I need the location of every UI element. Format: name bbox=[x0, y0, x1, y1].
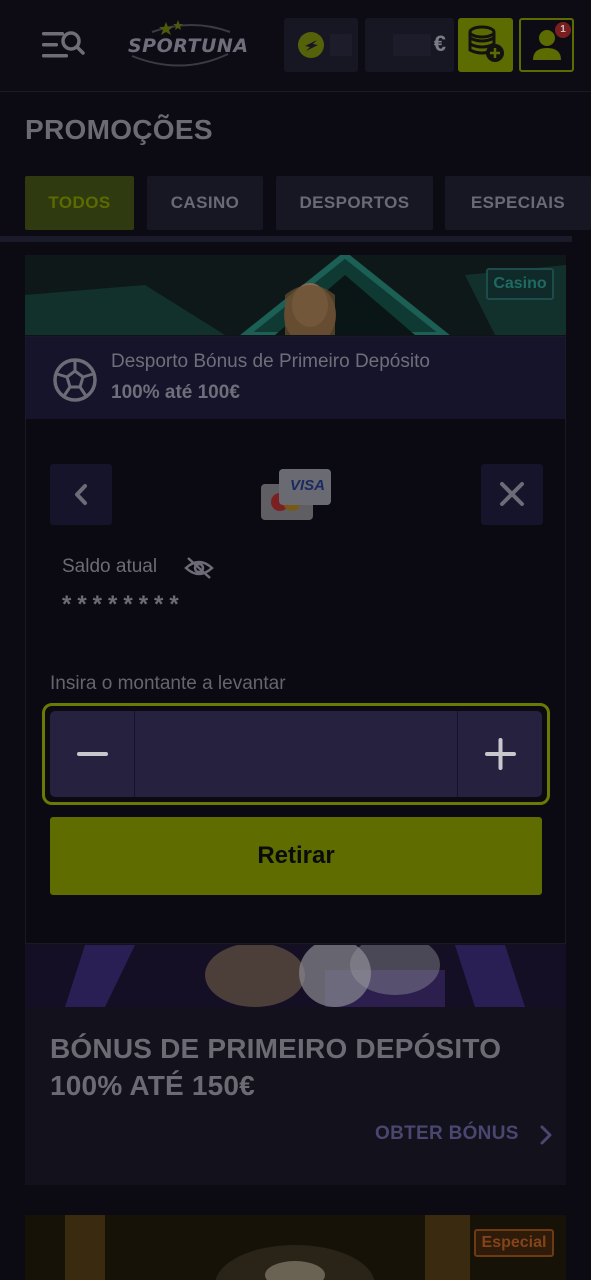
plus-icon bbox=[485, 738, 516, 770]
promo-banner-sports[interactable] bbox=[25, 945, 566, 1007]
chevron-left-icon bbox=[75, 484, 87, 505]
bonus-amount-mask bbox=[330, 34, 352, 56]
minus-icon bbox=[77, 752, 108, 756]
account-button[interactable]: 1 bbox=[519, 18, 574, 72]
tab-especiais[interactable]: ESPECIAIS bbox=[445, 176, 591, 230]
amount-input[interactable] bbox=[136, 711, 456, 797]
modal-title: Desporto Bónus de Primeiro Depósito bbox=[111, 351, 430, 372]
sports-banner-image bbox=[25, 945, 566, 1007]
balance-value-masked: ******** bbox=[62, 591, 185, 618]
modal-header: Desporto Bónus de Primeiro Depósito 100%… bbox=[26, 337, 565, 419]
close-icon bbox=[500, 482, 524, 506]
tab-todos[interactable]: TODOS bbox=[25, 176, 134, 230]
casino-badge: Casino bbox=[486, 268, 554, 300]
visa-label: VISA bbox=[290, 477, 326, 494]
increase-button[interactable] bbox=[457, 711, 542, 797]
bonus-balance-box[interactable] bbox=[284, 18, 358, 72]
amount-stepper-inner bbox=[50, 711, 542, 797]
withdraw-modal: Desporto Bónus de Primeiro Depósito 100%… bbox=[25, 336, 566, 944]
logo-text: SPORTUNA bbox=[128, 35, 249, 57]
balance-amount-mask bbox=[393, 34, 431, 56]
balance-box[interactable]: € bbox=[365, 18, 454, 72]
withdraw-button[interactable]: Retirar bbox=[50, 817, 542, 895]
modal-subtitle: 100% até 100€ bbox=[111, 382, 240, 403]
tab-casino[interactable]: CASINO bbox=[147, 176, 263, 230]
payment-cards-icon: VISA bbox=[260, 467, 332, 523]
balance-label: Saldo atual bbox=[62, 556, 158, 577]
bonus-coin-icon bbox=[298, 32, 324, 58]
decrease-button[interactable] bbox=[50, 711, 135, 797]
amount-stepper bbox=[42, 703, 550, 805]
amount-label: Insira o montante a levantar bbox=[50, 673, 286, 694]
menu-search-icon[interactable] bbox=[38, 26, 88, 66]
sportuna-logo[interactable]: SPORTUNA bbox=[122, 18, 248, 74]
page-title: PROMOÇÕES bbox=[25, 114, 213, 145]
eye-slash-icon[interactable] bbox=[184, 555, 214, 581]
promo-headline: BÓNUS DE PRIMEIRO DEPÓSITO 100% ATÉ 150€ bbox=[50, 1030, 550, 1104]
app-header: SPORTUNA € 1 bbox=[0, 0, 591, 92]
balance-currency: € bbox=[433, 31, 446, 56]
chevron-right-icon[interactable] bbox=[538, 1124, 554, 1146]
promo-headline-line2: 100% ATÉ 150€ bbox=[50, 1070, 255, 1101]
back-button[interactable] bbox=[50, 464, 112, 525]
close-button[interactable] bbox=[481, 464, 543, 525]
promo-headline-line1: BÓNUS DE PRIMEIRO DEPÓSITO bbox=[50, 1033, 502, 1064]
tabs-scrollbar[interactable] bbox=[0, 236, 572, 242]
promo-banner-casino[interactable] bbox=[25, 255, 566, 335]
deposit-button[interactable] bbox=[458, 18, 513, 72]
notification-badge: 1 bbox=[555, 22, 571, 38]
get-bonus-link[interactable]: OBTER BÓNUS bbox=[375, 1123, 519, 1145]
casino-banner-image bbox=[25, 255, 566, 335]
especial-badge: Especial bbox=[474, 1229, 554, 1257]
soccer-ball-icon bbox=[52, 357, 98, 403]
coins-add-icon bbox=[468, 25, 504, 62]
tab-desportos[interactable]: DESPORTOS bbox=[276, 176, 433, 230]
